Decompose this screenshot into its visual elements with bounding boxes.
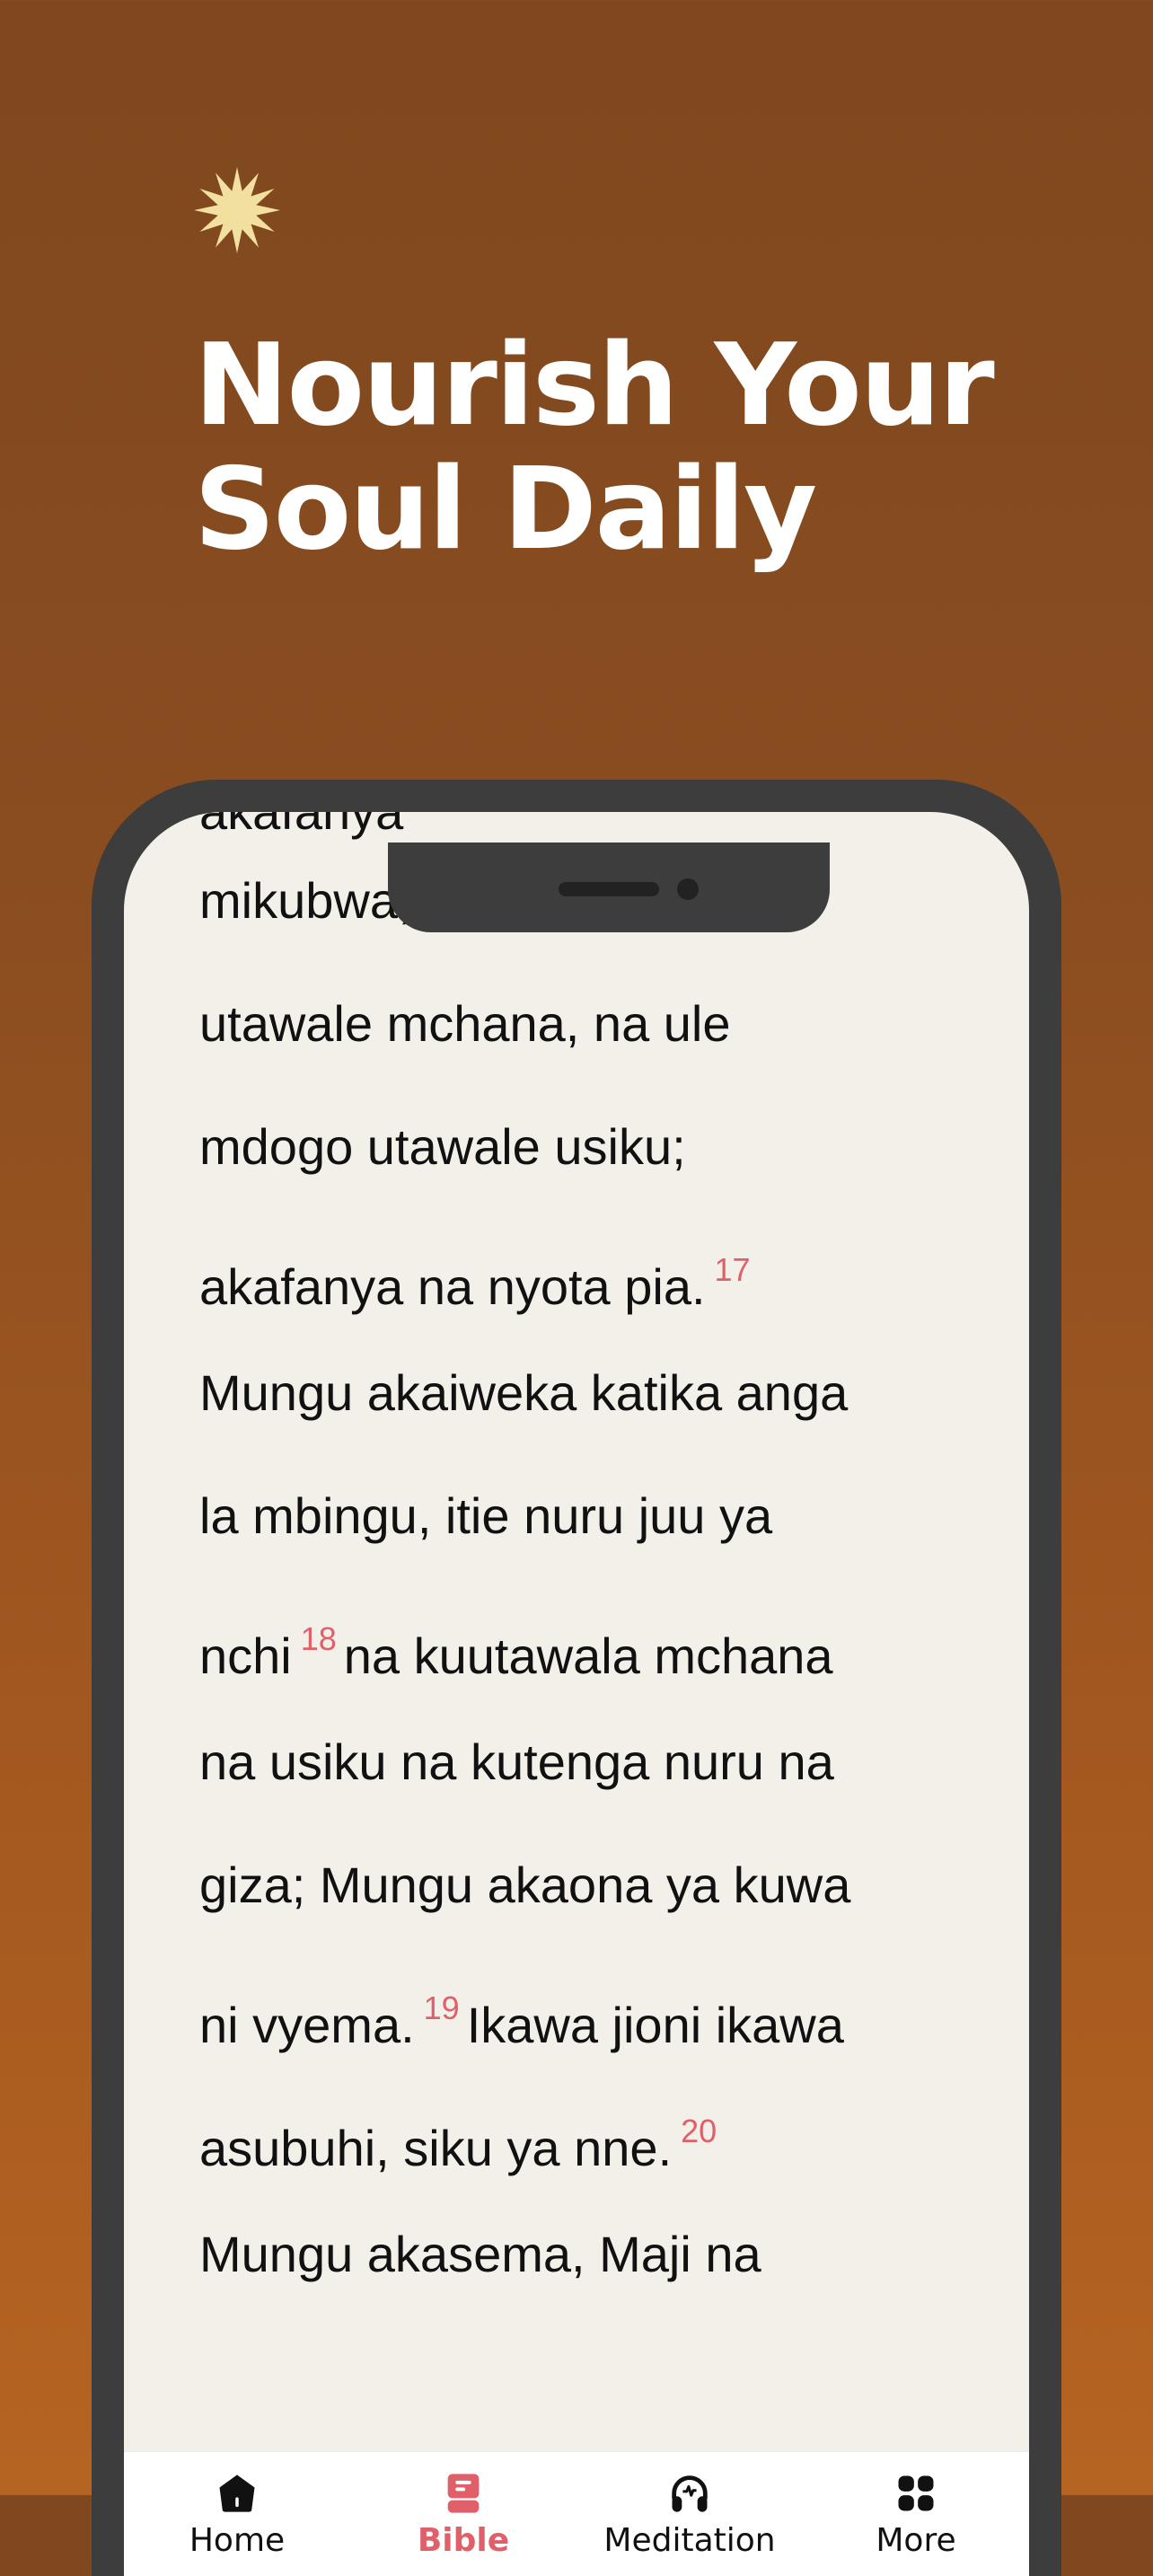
verse-text-continued: Ikawa jioni ikawa [466,1997,844,2053]
verse-line: akafanya na nyota pia. 17 [199,1208,972,1331]
phone-mockup: akafanya mikubwa, ule mkubwautawale mcha… [92,780,1061,2576]
sparkle-icon [194,167,280,253]
verse-number[interactable]: 20 [681,2113,717,2149]
verse-text: nchi [199,1628,292,1684]
bible-icon [447,2474,480,2513]
tab-meditation[interactable]: Meditation [576,2452,803,2576]
tab-bible-label: Bible [417,2522,510,2559]
verse-line: utawale mchana, na ule [199,962,972,1085]
tab-home[interactable]: Home [124,2452,350,2576]
verse-line: nchi 18 na kuutawala mchana [199,1577,972,1700]
home-icon [219,2475,255,2512]
tab-more[interactable]: More [803,2452,1029,2576]
verse-text: asubuhi, siku ya nne. [199,2120,673,2176]
verse-text: Mungu akasema, Maji na [199,2226,761,2282]
promo-headline: Nourish Your Soul Daily [194,323,995,571]
verse-text-continued: na kuutawala mchana [343,1628,833,1684]
verse-text: akafanya na nyota pia. [199,1258,706,1315]
front-camera [677,878,699,900]
verse-text: la mbingu, itie nuru juu ya [199,1487,773,1544]
verse-line: Mungu akaiweka katika anga [199,1331,972,1454]
verse-line: asubuhi, siku ya nne. 20 [199,2069,972,2192]
verse-line: la mbingu, itie nuru juu ya [199,1454,972,1577]
bottom-tab-bar: Home Bible Meditation More [124,2451,1029,2576]
verse-number[interactable]: 19 [424,1989,460,2026]
verse-text: Mungu akaiweka katika anga [199,1364,849,1421]
speaker-grille [559,882,659,896]
verse-text: ni vyema. [199,1997,415,2053]
headline-line-2: Soul Daily [194,443,817,575]
grid-icon [898,2475,934,2511]
tab-meditation-label: Meditation [603,2522,776,2559]
verse-line: mdogo utawale usiku; [199,1085,972,1208]
phone-screen: akafanya mikubwa, ule mkubwautawale mcha… [124,812,1029,2576]
verse-text: na usiku na kutenga nuru na [199,1734,834,1790]
verse-text: utawale mchana, na ule [199,995,731,1052]
verse-text: mdogo utawale usiku; [199,1118,686,1175]
bible-reader-text: akafanya mikubwa, ule mkubwautawale mcha… [199,812,972,2316]
verse-text: giza; Mungu akaona ya kuwa [199,1857,851,1913]
verse-line: na usiku na kutenga nuru na [199,1700,972,1823]
partial-line: akafanya [199,812,972,839]
verse-number[interactable]: 17 [715,1251,751,1288]
tab-more-label: More [876,2522,956,2559]
reader-lines: mikubwa, ule mkubwautawale mchana, na ul… [199,839,972,2316]
verse-number[interactable]: 18 [301,1620,337,1657]
verse-line: Mungu akasema, Maji na [199,2192,972,2316]
verse-line: ni vyema. 19 Ikawa jioni ikawa [199,1946,972,2069]
verse-line: giza; Mungu akaona ya kuwa [199,1823,972,1946]
tab-bible[interactable]: Bible [350,2452,576,2576]
phone-notch [388,842,830,932]
headphones-icon [672,2475,708,2512]
tab-home-label: Home [189,2522,286,2559]
headline-line-1: Nourish Your [194,319,995,451]
